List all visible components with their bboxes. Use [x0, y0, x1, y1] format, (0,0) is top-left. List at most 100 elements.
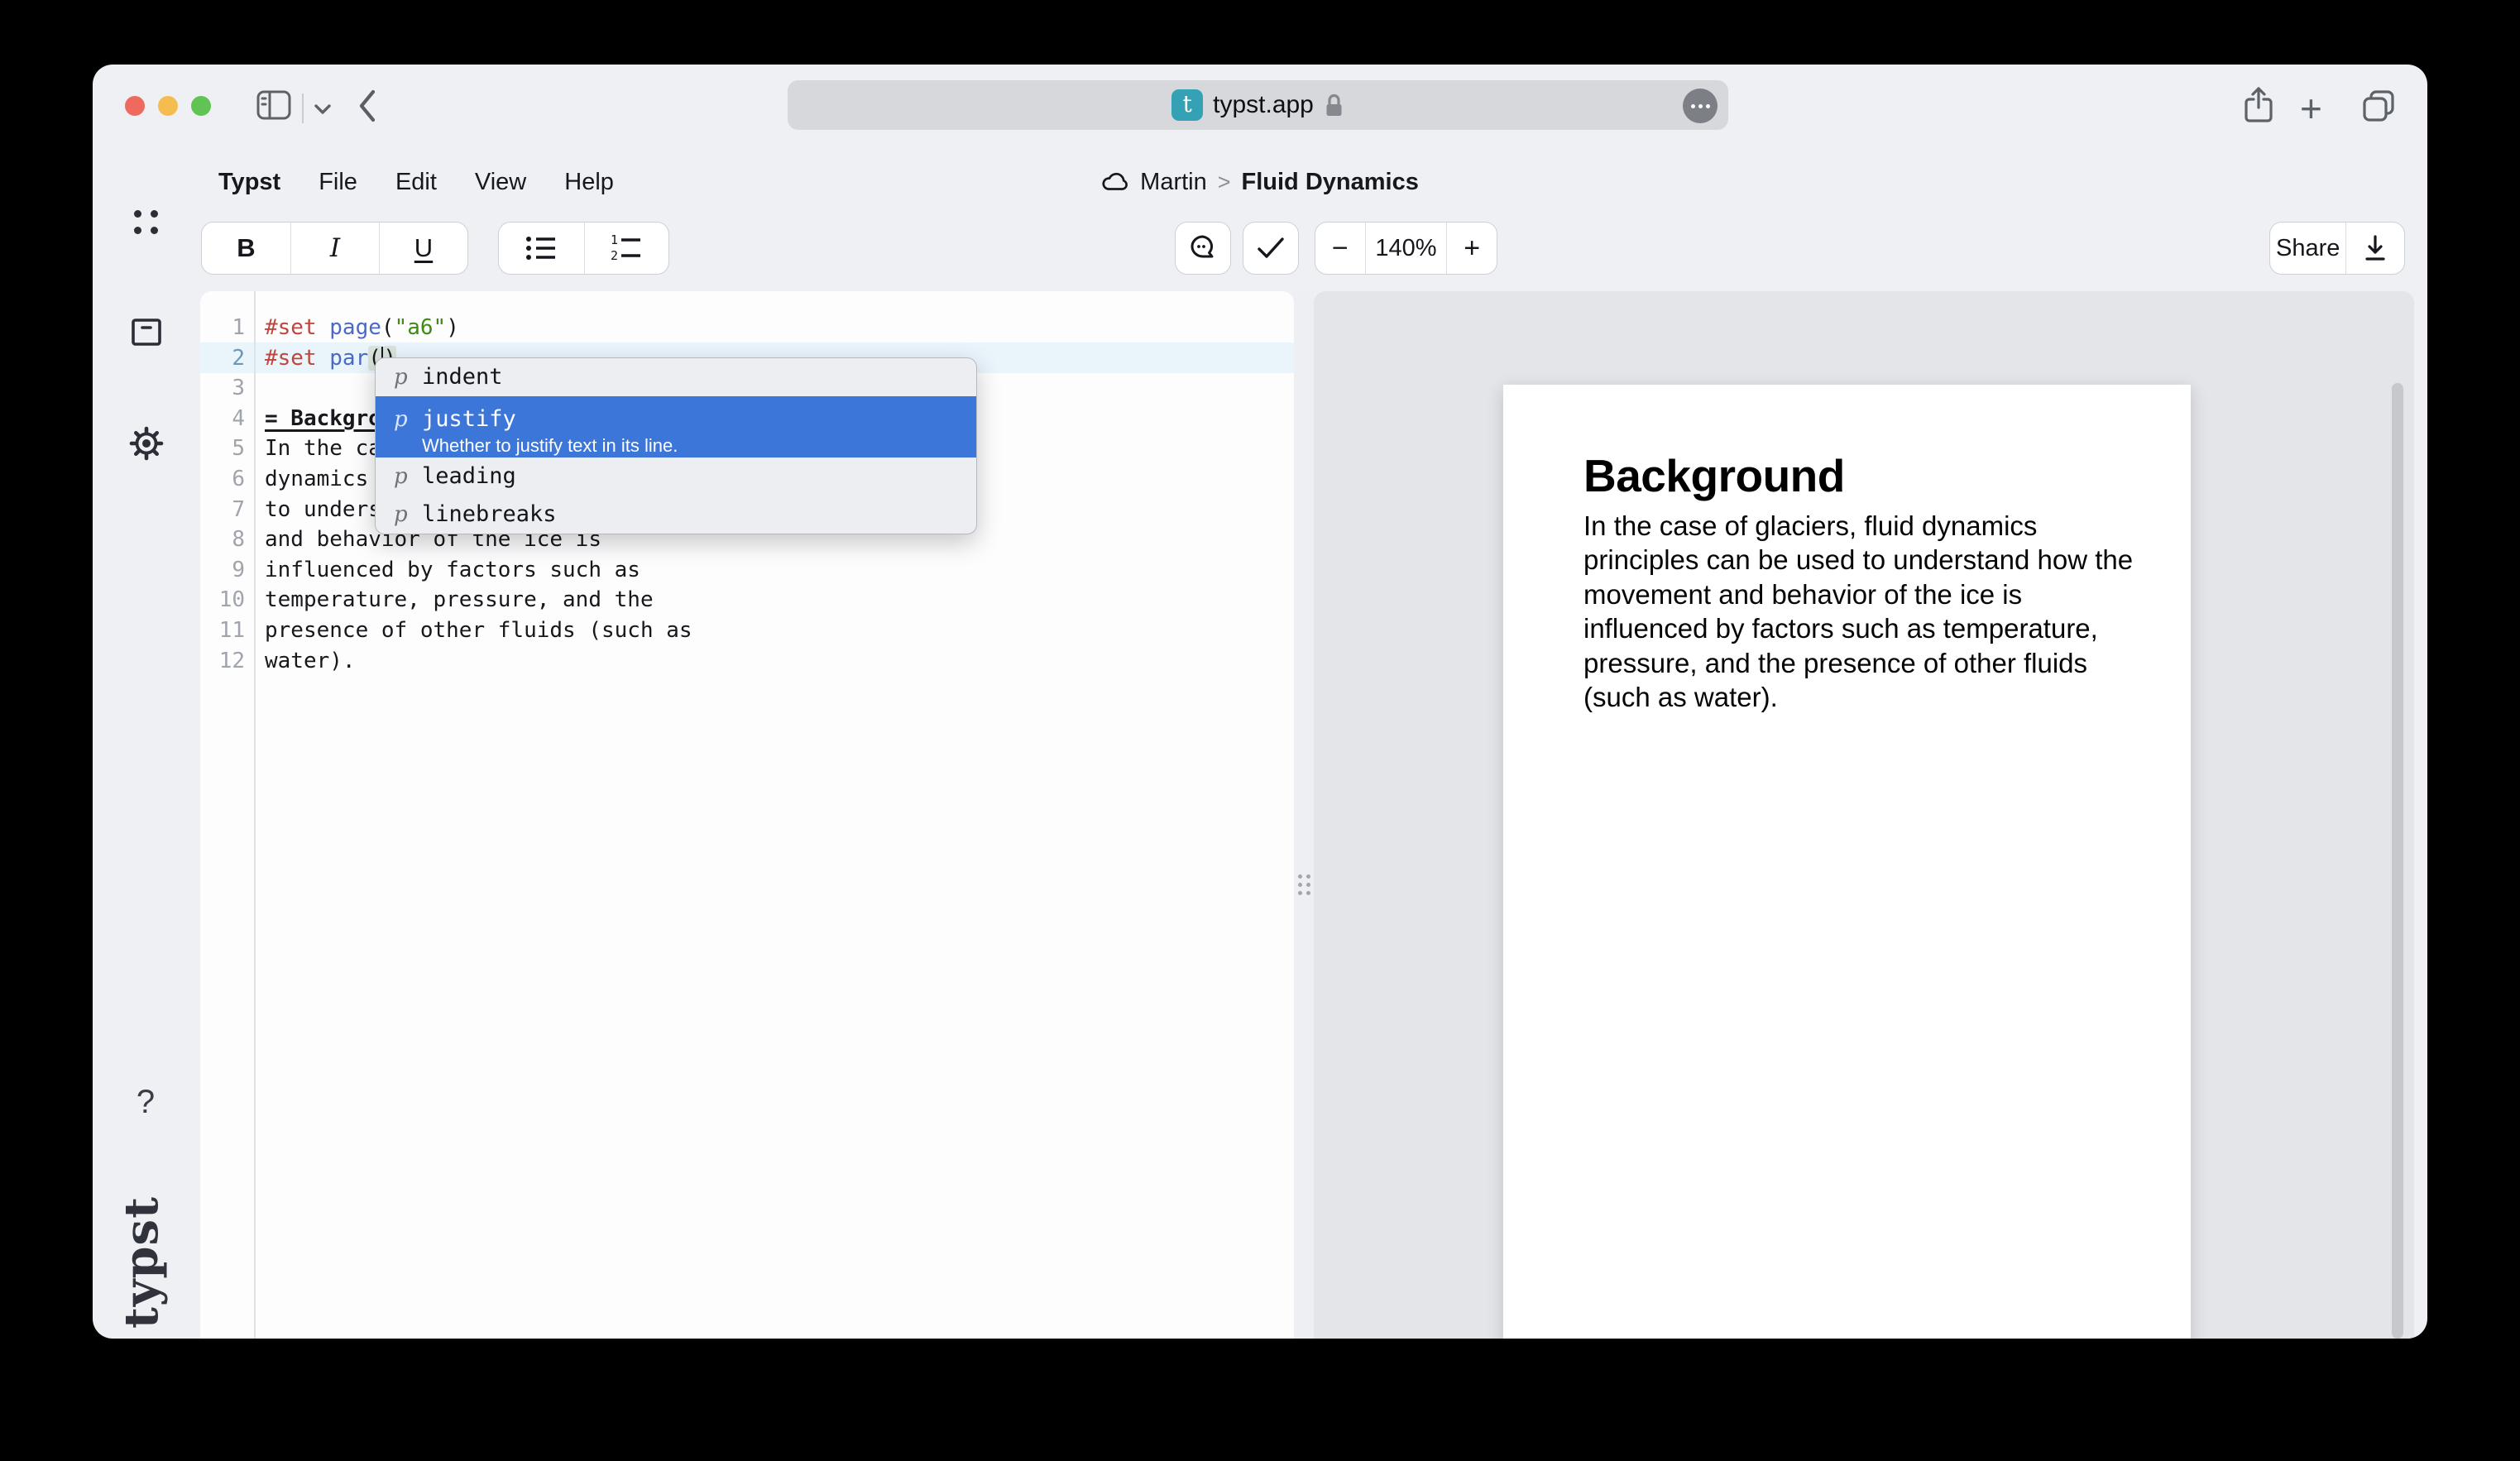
chevron-down-icon[interactable]: [313, 103, 333, 116]
line-number: 12: [200, 646, 245, 677]
numbered-list-icon: 1 2: [610, 233, 643, 263]
breadcrumb-document-title[interactable]: Fluid Dynamics: [1242, 169, 1419, 196]
autocomplete-label: leading: [422, 457, 516, 496]
screenshot-stage: t typst.app + TypstFil: [0, 0, 2520, 1461]
sidebar-toggle-icon[interactable]: [256, 89, 291, 121]
code-token: "a6": [395, 315, 447, 340]
autocomplete-item-linebreaks[interactable]: plinebreaks: [376, 496, 976, 534]
autocomplete-description: Whether to justify text in its line.: [422, 436, 678, 456]
code-token: ): [446, 315, 459, 340]
zoom-level-value[interactable]: 140%: [1365, 223, 1447, 274]
numbered-list-button[interactable]: 1 2: [584, 223, 669, 274]
line-number: 1: [200, 313, 245, 343]
line-number: 2: [200, 343, 245, 374]
code-line[interactable]: presence of other fluids (such as: [265, 616, 692, 646]
line-number: 5: [200, 434, 245, 464]
list-button-group: 1 2: [498, 222, 669, 275]
autocompile-toggle-button[interactable]: [1243, 222, 1299, 275]
code-token: page: [329, 315, 381, 340]
download-icon: [2362, 234, 2388, 262]
typst-logo: typst: [113, 1183, 170, 1329]
line-number: 11: [200, 616, 245, 646]
italic-button[interactable]: I: [290, 223, 379, 274]
autocomplete-label: indent: [422, 358, 503, 396]
comment-button[interactable]: [1175, 222, 1231, 275]
code-token: water).: [265, 649, 356, 673]
underline-button[interactable]: U: [379, 223, 467, 274]
app-grid-icon[interactable]: [134, 210, 159, 235]
code-line[interactable]: temperature, pressure, and the: [265, 585, 692, 616]
template-box-icon[interactable]: [132, 319, 161, 346]
autocomplete-dropdown: pindentpjustifyWhether to justify text i…: [375, 357, 977, 534]
line-number: 3: [200, 373, 245, 404]
code-token: [317, 346, 330, 371]
code-token: temperature, pressure, and the: [265, 587, 654, 612]
page-settings-icon[interactable]: [1683, 89, 1718, 123]
fullscreen-window-button[interactable]: [191, 96, 211, 116]
line-number: 10: [200, 585, 245, 616]
browser-window: t typst.app + TypstFil: [93, 65, 2427, 1339]
share-button[interactable]: Share: [2270, 223, 2345, 274]
svg-text:2: 2: [611, 248, 618, 263]
autocomplete-label: linebreaks: [422, 496, 557, 534]
preview-scrollbar[interactable]: [2392, 383, 2403, 1339]
code-line[interactable]: #set page("a6"): [265, 313, 692, 343]
line-number: 9: [200, 555, 245, 586]
zoom-button-group: − 140% +: [1315, 222, 1497, 275]
code-line[interactable]: influenced by factors such as: [265, 555, 692, 586]
tab-overview-icon[interactable]: [2361, 89, 2396, 122]
code-token: par: [329, 346, 368, 371]
cloud-icon: [1101, 172, 1129, 193]
download-button[interactable]: [2345, 223, 2404, 274]
page-paragraph: In the case of glaciers, fluid dynamics …: [1583, 509, 2154, 714]
code-token: #set: [265, 315, 317, 340]
autocomplete-item-leading[interactable]: pleading: [376, 457, 976, 496]
parameter-prefix: p: [394, 403, 422, 436]
site-favicon: t: [1171, 89, 1203, 121]
page-heading: Background: [1583, 449, 1845, 502]
preview-pane: Background In the case of glaciers, flui…: [1314, 291, 2414, 1339]
minimize-window-button[interactable]: [158, 96, 178, 116]
help-button[interactable]: ?: [126, 1084, 165, 1121]
titlebar-divider: [302, 93, 304, 123]
line-number: 7: [200, 495, 245, 525]
pane-resize-divider[interactable]: [1294, 291, 1314, 1339]
bullet-list-icon: [525, 234, 558, 262]
bold-button[interactable]: B: [202, 223, 290, 274]
autocomplete-item-indent[interactable]: pindent: [376, 358, 976, 396]
autocomplete-item-justify[interactable]: pjustifyWhether to justify text in its l…: [376, 396, 976, 457]
line-number-gutter: 123456789101112: [200, 313, 245, 676]
breadcrumb-workspace[interactable]: Martin: [1140, 169, 1207, 196]
code-token: presence of other fluids (such as: [265, 618, 692, 643]
new-tab-icon[interactable]: +: [2300, 86, 2322, 131]
parameter-prefix: p: [394, 496, 422, 534]
zoom-in-button[interactable]: +: [1446, 223, 1497, 274]
parameter-prefix: p: [394, 457, 422, 496]
address-bar[interactable]: t typst.app: [788, 80, 1728, 130]
breadcrumb-separator: >: [1218, 170, 1231, 195]
svg-text:1: 1: [611, 233, 618, 247]
share-button-group: Share: [2269, 222, 2405, 275]
code-token: #set: [265, 346, 317, 371]
gutter-divider: [254, 291, 256, 1339]
back-button[interactable]: [356, 88, 379, 124]
settings-gear-icon[interactable]: [129, 426, 164, 461]
autocomplete-label: justify: [422, 403, 678, 436]
breadcrumb: Martin > Fluid Dynamics: [93, 164, 2427, 200]
bullet-list-button[interactable]: [499, 223, 584, 274]
check-icon: [1256, 236, 1286, 261]
parameter-prefix: p: [394, 358, 422, 396]
comment-icon: [1188, 234, 1218, 262]
code-token: [317, 315, 330, 340]
code-token: (: [381, 315, 395, 340]
line-number: 8: [200, 525, 245, 555]
line-number: 6: [200, 464, 245, 495]
code-token: influenced by factors such as: [265, 558, 640, 582]
zoom-out-button[interactable]: −: [1315, 223, 1365, 274]
code-line[interactable]: water).: [265, 646, 692, 677]
drag-handle-icon[interactable]: [1298, 874, 1311, 896]
share-page-icon[interactable]: [2242, 85, 2275, 125]
document-page: Background In the case of glaciers, flui…: [1503, 385, 2191, 1339]
close-window-button[interactable]: [125, 96, 145, 116]
text-style-button-group: B I U: [201, 222, 468, 275]
